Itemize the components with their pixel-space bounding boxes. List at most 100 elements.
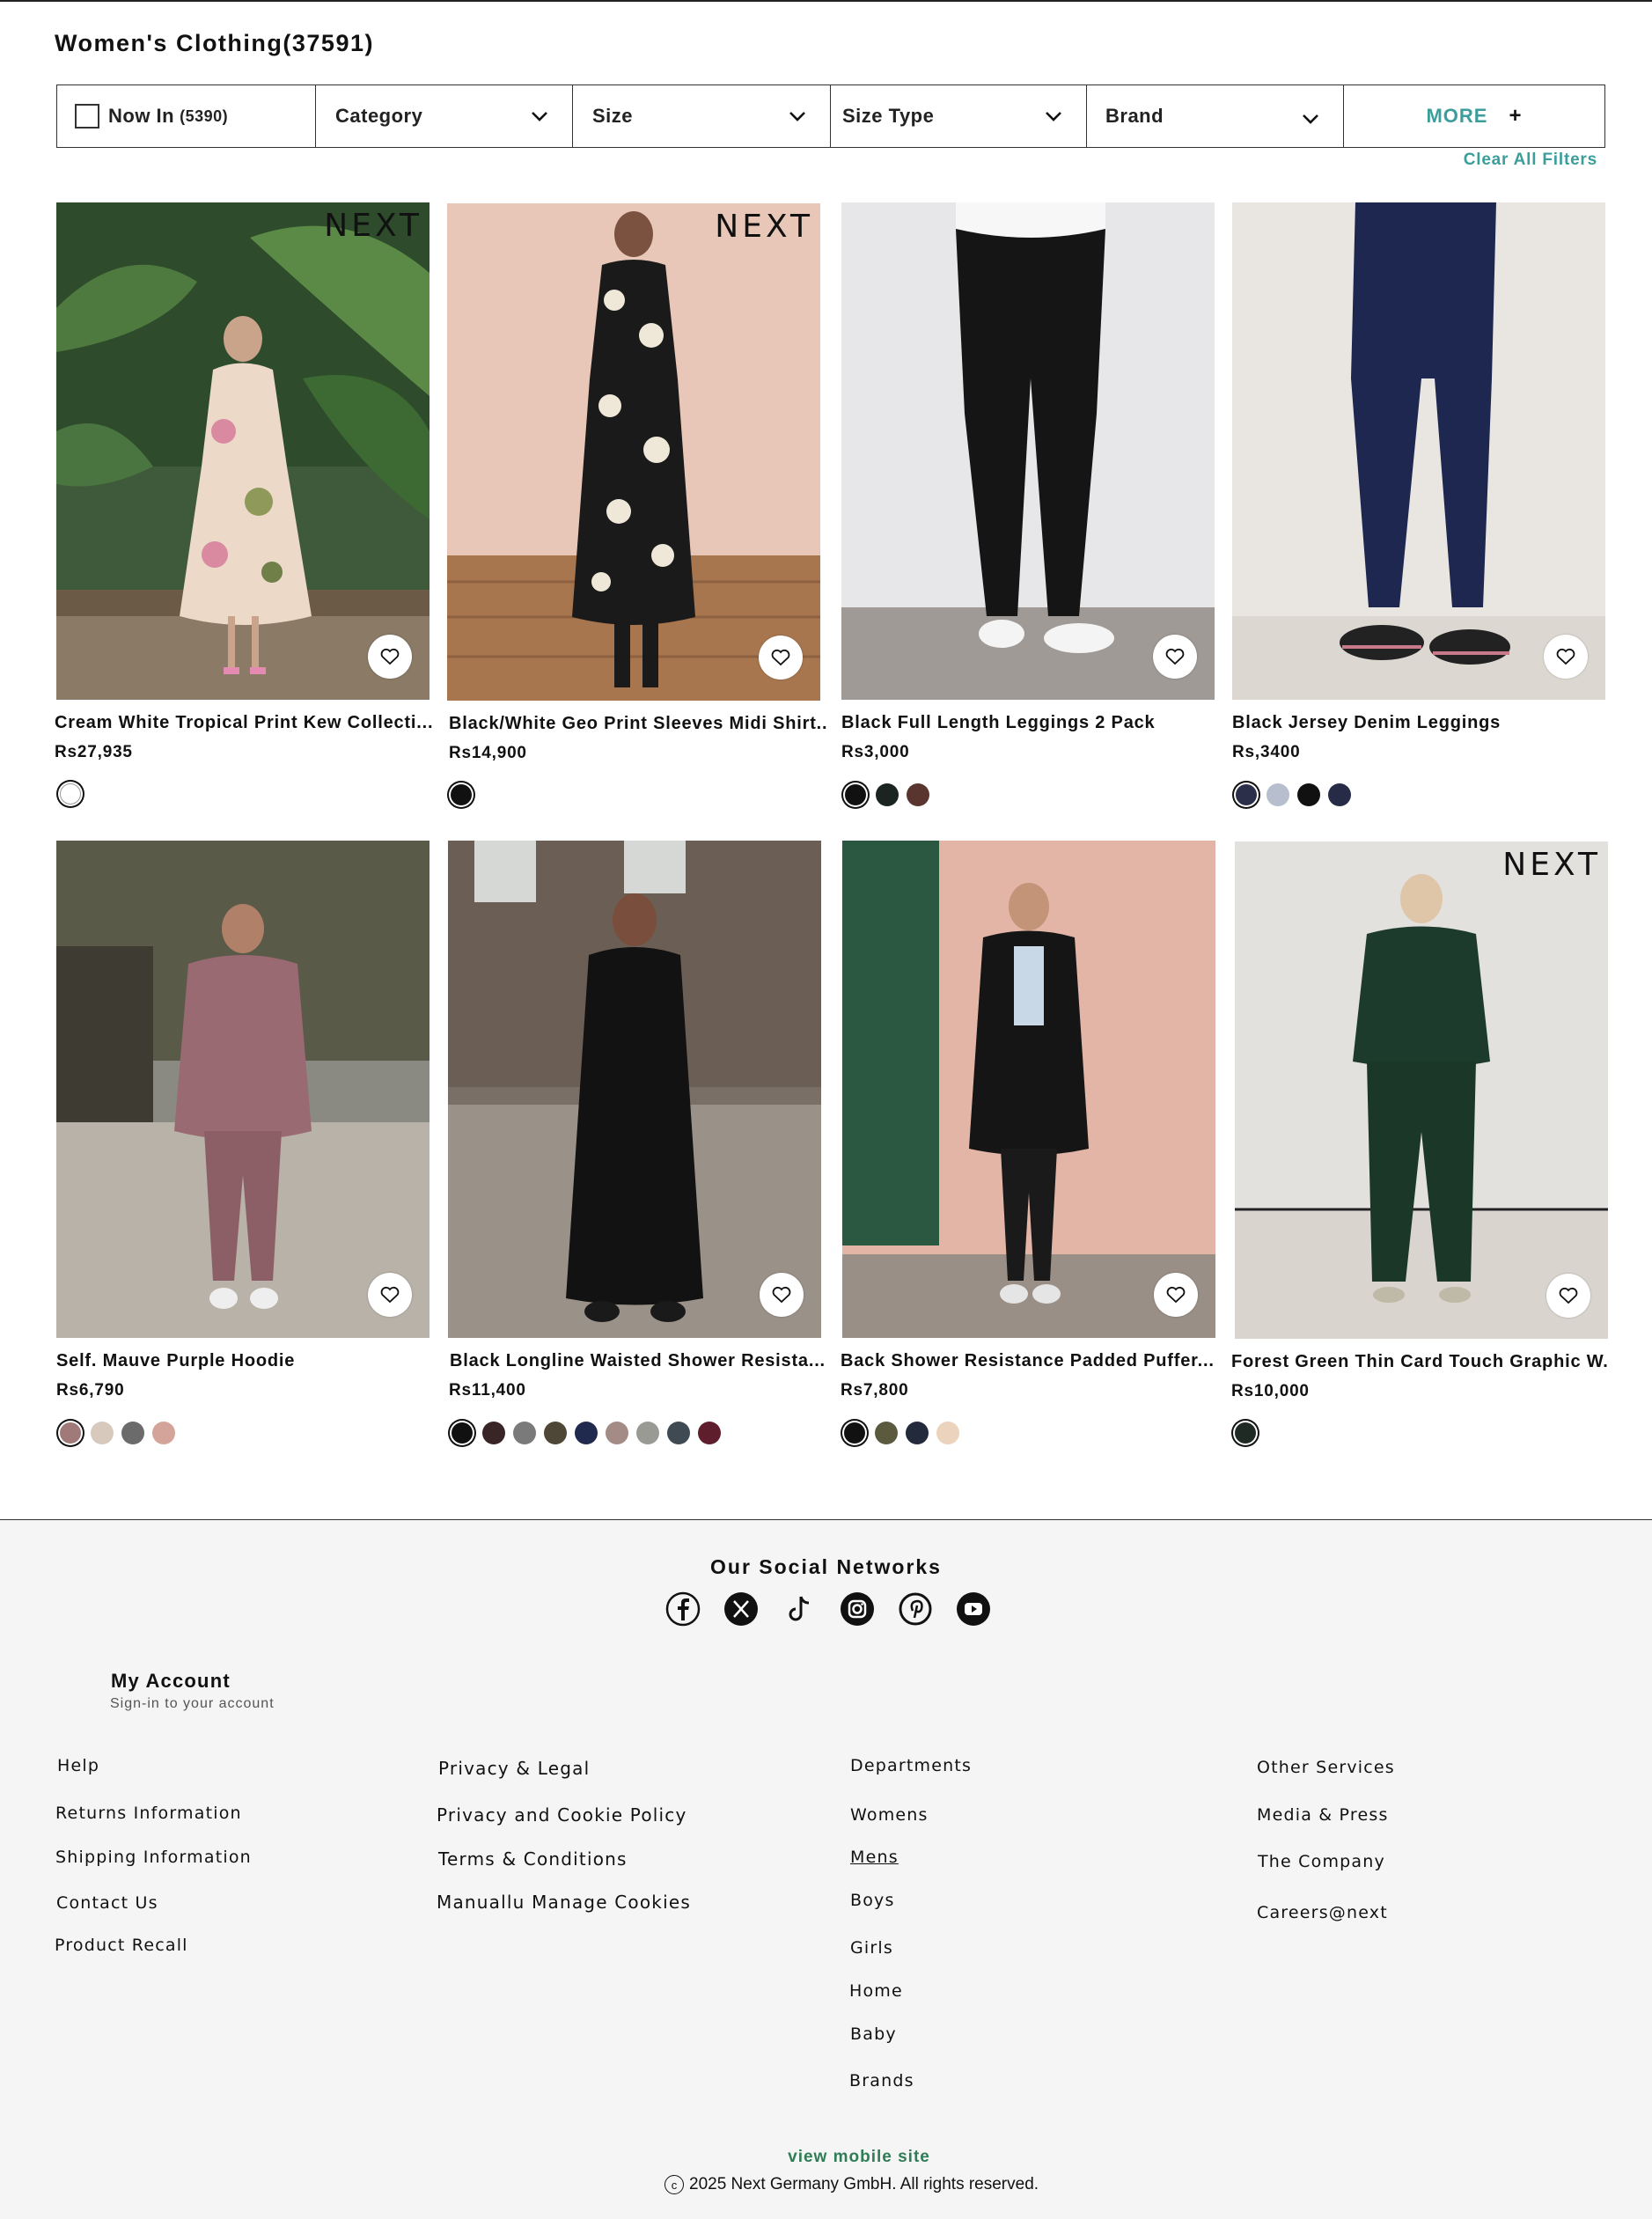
filter-size-type[interactable]: Size Type — [831, 85, 1087, 147]
view-mobile-site-link[interactable]: view mobile site — [0, 2148, 1652, 2167]
color-swatch[interactable] — [1328, 783, 1351, 806]
pinterest-icon[interactable] — [897, 1591, 934, 1628]
footer-link[interactable]: Mens — [850, 1848, 899, 1867]
color-swatch[interactable] — [452, 1422, 473, 1444]
color-swatch[interactable] — [451, 784, 472, 805]
footer-link[interactable]: Privacy and Cookie Policy — [437, 1804, 687, 1826]
color-swatch[interactable] — [121, 1422, 144, 1444]
filter-category[interactable]: Category — [316, 85, 573, 147]
favourite-button[interactable] — [760, 1273, 804, 1317]
product-name[interactable]: Self. Mauve Purple Hoodie — [56, 1351, 444, 1371]
product-name[interactable]: Cream White Tropical Print Kew Collecti.… — [55, 713, 442, 733]
now-in-count: (5390) — [180, 107, 229, 125]
favourite-button[interactable] — [1546, 1274, 1590, 1318]
x-icon[interactable] — [723, 1591, 760, 1628]
color-swatch[interactable] — [60, 1422, 81, 1444]
product-image[interactable] — [1232, 202, 1605, 700]
product-name[interactable]: Black Jersey Denim Leggings — [1232, 713, 1619, 733]
product-image[interactable]: NEXT — [56, 202, 430, 700]
color-swatch[interactable] — [1297, 783, 1320, 806]
footer-link[interactable]: Manuallu Manage Cookies — [437, 1892, 691, 1913]
instagram-icon[interactable] — [839, 1591, 876, 1628]
product-name[interactable]: Black/White Geo Print Sleeves Midi Shirt… — [449, 714, 836, 734]
footer-link[interactable]: Returns Information — [55, 1804, 242, 1823]
favourite-button[interactable] — [368, 1273, 412, 1317]
product-image[interactable] — [841, 202, 1215, 700]
color-swatch[interactable] — [667, 1422, 690, 1444]
top-border — [0, 0, 1652, 2]
color-swatch[interactable] — [482, 1422, 505, 1444]
my-account-title[interactable]: My Account — [111, 1670, 231, 1693]
color-swatch[interactable] — [513, 1422, 536, 1444]
footer-heading-privacy[interactable]: Privacy & Legal — [438, 1758, 590, 1779]
color-swatch[interactable] — [844, 1422, 865, 1444]
color-swatch[interactable] — [845, 784, 866, 805]
footer-link[interactable]: Media & Press — [1257, 1805, 1389, 1825]
product-image[interactable]: NEXT — [1235, 841, 1608, 1339]
filter-size[interactable]: Size — [573, 85, 831, 147]
color-swatch[interactable] — [906, 1422, 929, 1444]
color-swatch[interactable] — [544, 1422, 567, 1444]
chevron-down-icon — [789, 112, 805, 121]
color-swatch[interactable] — [907, 783, 929, 806]
product-image[interactable] — [842, 841, 1215, 1338]
footer-link[interactable]: Girls — [850, 1938, 893, 1958]
color-swatch[interactable] — [936, 1422, 959, 1444]
color-swatch[interactable] — [1267, 783, 1289, 806]
color-swatch[interactable] — [91, 1422, 114, 1444]
now-in-checkbox[interactable] — [75, 104, 99, 129]
product-name[interactable]: Forest Green Thin Card Touch Graphic W.. — [1231, 1352, 1610, 1372]
footer-link[interactable]: Product Recall — [55, 1936, 188, 1955]
facebook-icon[interactable] — [664, 1591, 701, 1628]
heart-icon — [1166, 1286, 1186, 1304]
color-swatch[interactable] — [152, 1422, 175, 1444]
copyright-icon: c — [664, 2175, 684, 2194]
footer-link[interactable]: Brands — [849, 2071, 914, 2090]
footer-link[interactable]: Boys — [850, 1891, 895, 1910]
footer-link[interactable]: Shipping Information — [55, 1848, 252, 1867]
color-swatch[interactable] — [698, 1422, 721, 1444]
product-image[interactable]: NEXT — [447, 203, 820, 701]
youtube-icon[interactable] — [955, 1591, 992, 1628]
heart-icon — [1559, 1287, 1578, 1304]
footer-link[interactable]: Terms & Conditions — [438, 1848, 628, 1870]
product-name[interactable]: Black Full Length Leggings 2 Pack — [841, 713, 1229, 733]
color-swatch[interactable] — [1236, 784, 1257, 805]
footer-link[interactable]: Womens — [850, 1805, 929, 1825]
color-swatch[interactable] — [876, 783, 899, 806]
product-image[interactable] — [448, 841, 821, 1338]
product-name[interactable]: Black Longline Waisted Shower Resista... — [450, 1351, 837, 1371]
footer-link[interactable]: Baby — [850, 2024, 897, 2044]
favourite-button[interactable] — [759, 636, 803, 680]
clear-all-filters-link[interactable]: Clear All Filters — [1464, 151, 1597, 170]
favourite-button[interactable] — [1544, 635, 1588, 679]
color-swatches — [843, 783, 929, 806]
color-swatch[interactable] — [875, 1422, 898, 1444]
color-swatches — [58, 783, 83, 805]
product-name[interactable]: Back Shower Resistance Padded Puffer... — [841, 1351, 1228, 1371]
more-filters-button[interactable]: MORE + — [1344, 85, 1604, 147]
color-swatches — [842, 1422, 959, 1444]
filter-now-in[interactable]: Now In (5390) — [57, 85, 316, 147]
footer-link[interactable]: Careers@next — [1257, 1903, 1388, 1922]
favourite-button[interactable] — [368, 635, 412, 679]
footer-heading-departments[interactable]: Departments — [850, 1756, 972, 1775]
color-swatch[interactable] — [606, 1422, 628, 1444]
footer-heading-help[interactable]: Help — [57, 1756, 99, 1775]
chevron-down-icon — [532, 112, 547, 121]
favourite-button[interactable] — [1153, 635, 1197, 679]
chevron-down-icon — [1303, 114, 1318, 124]
color-swatch[interactable] — [636, 1422, 659, 1444]
product-image[interactable] — [56, 841, 430, 1338]
filter-brand[interactable]: Brand — [1087, 85, 1344, 147]
footer-link[interactable]: Contact Us — [56, 1893, 158, 1913]
favourite-button[interactable] — [1154, 1273, 1198, 1317]
my-account-subtitle[interactable]: Sign-in to your account — [110, 1696, 275, 1712]
footer-heading-services[interactable]: Other Services — [1257, 1758, 1395, 1777]
footer-link[interactable]: Home — [849, 1981, 903, 2001]
footer-link[interactable]: The Company — [1258, 1852, 1385, 1871]
color-swatch[interactable] — [1235, 1422, 1256, 1444]
tiktok-icon[interactable] — [781, 1591, 818, 1628]
color-swatch[interactable] — [575, 1422, 598, 1444]
color-swatch[interactable] — [60, 783, 81, 805]
